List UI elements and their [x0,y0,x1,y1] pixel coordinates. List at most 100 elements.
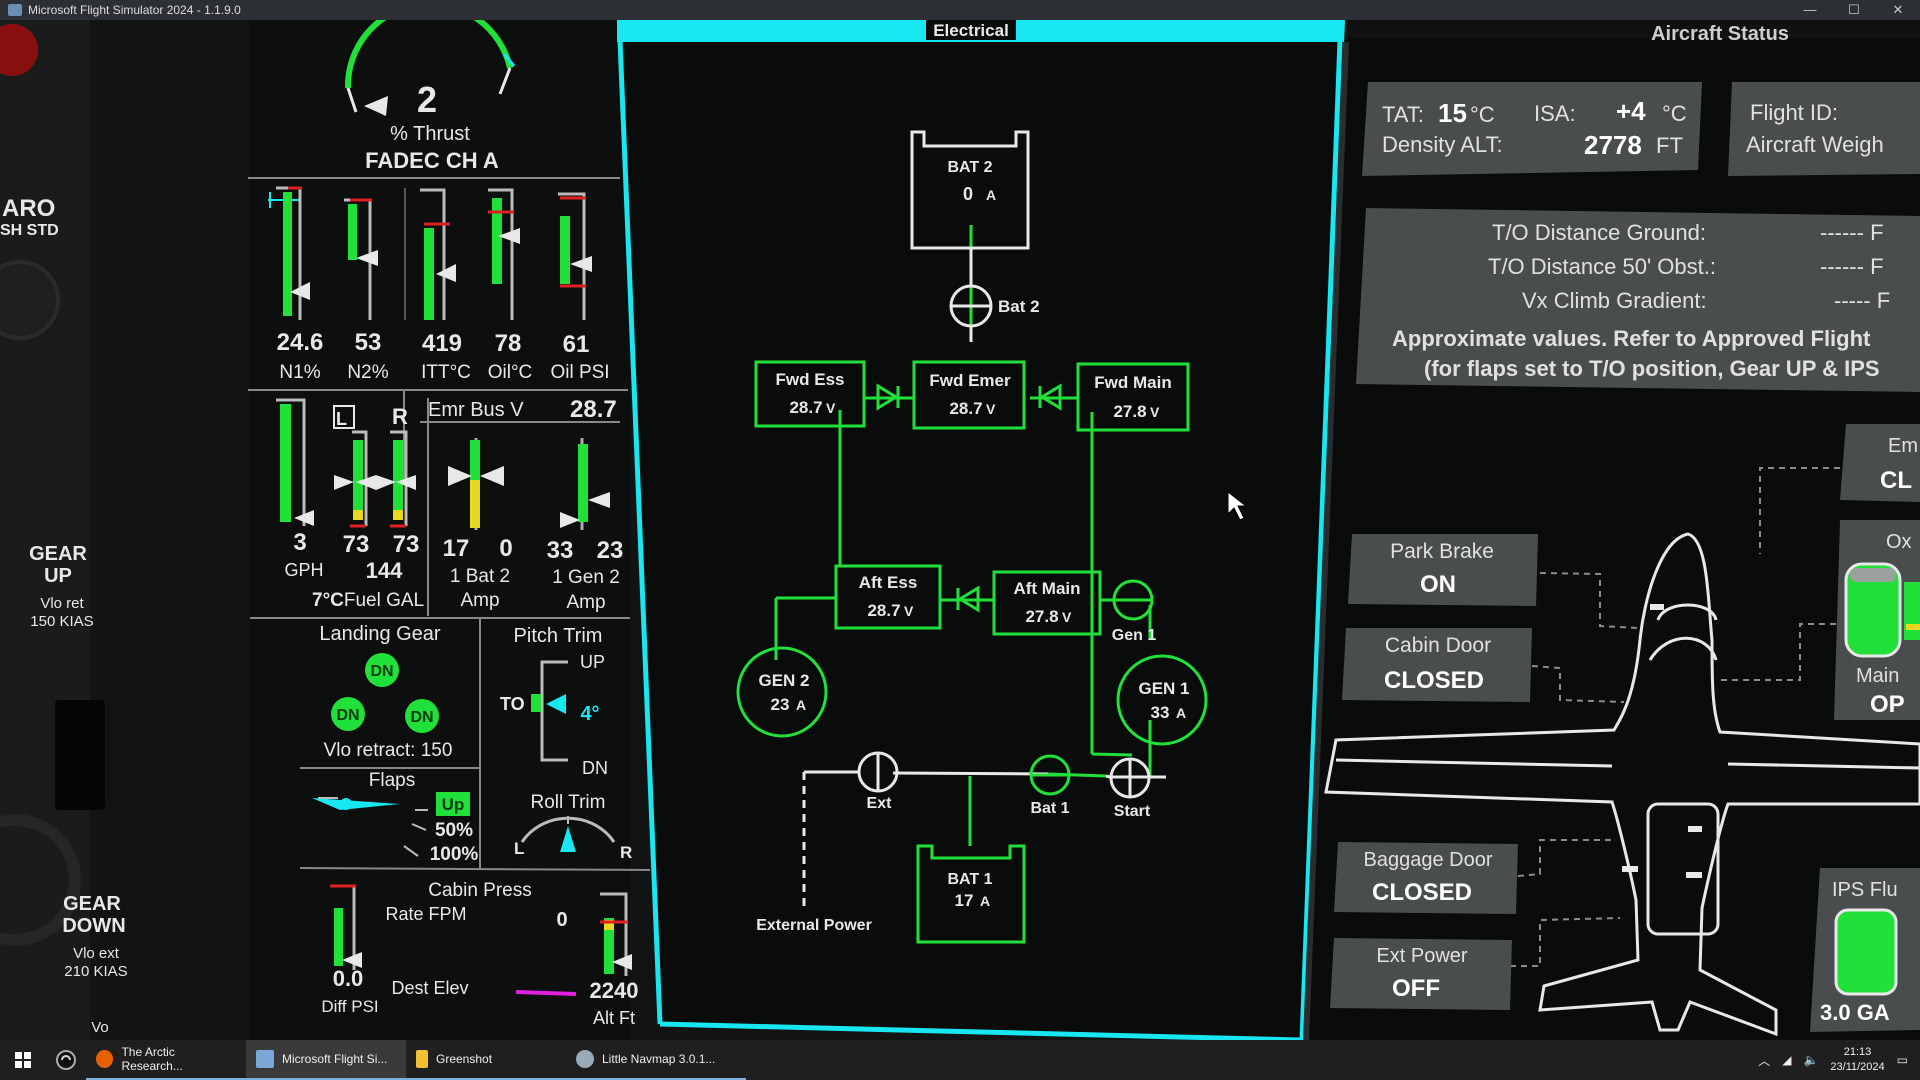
gen1-label: GEN 1 [1138,679,1189,698]
alt-ft-label: Alt Ft [593,1008,635,1028]
volume-icon[interactable]: 🔈 [1803,1053,1818,1067]
air-data-box [1362,82,1702,176]
rate-fpm-value: 0 [556,909,567,931]
taskbar-item-firefox[interactable]: The Arctic Research... [86,1040,246,1080]
system-tray: ︿ ◢ 🔈 21:13 23/11/2024 ▭ [1758,1040,1920,1080]
window-titlebar: Microsoft Flight Simulator 2024 - 1.1.9.… [0,0,1920,20]
taskbar-item-flight-simulator[interactable]: Microsoft Flight Si... [246,1040,406,1080]
diff-psi-label: Diff PSI [321,997,378,1016]
approx-note-2: (for flaps set to T/O position, Gear UP … [1424,356,1880,381]
bat2-label: BAT 2 [947,159,992,176]
gen2-label: GEN 2 [758,671,809,690]
aft-main-voltage: 27.8 [1025,607,1058,626]
network-icon[interactable]: ◢ [1782,1053,1791,1067]
fuel-left-bar [353,440,363,518]
bat1-label: BAT 1 [947,871,992,888]
oil-temp-value: 78 [495,330,522,357]
tat-label: TAT: [1382,102,1424,127]
fwd-emer-voltage: 28.7 [949,399,982,418]
fwd-ess-unit: V [826,400,836,416]
alt-ft-value: 2240 [590,978,639,1003]
baggage-door-value: CLOSED [1372,879,1472,906]
to-ground-value: ------ F [1820,220,1884,245]
taskbar-item-little-navmap[interactable]: Little Navmap 3.0.1... [566,1040,746,1080]
search-icon[interactable] [46,1040,86,1080]
fuel-left-value: 73 [343,531,370,558]
taskbar-item-label: Little Navmap 3.0.1... [602,1052,716,1066]
taskbar-item-greenshot[interactable]: Greenshot [406,1040,566,1080]
gen2-amp-unit: A [796,697,806,713]
em-value: CL [1880,467,1912,494]
windows-icon [15,1052,31,1068]
nose-gear-dn: DN [370,663,393,680]
n2-value: 53 [355,329,382,356]
fwd-main-label: Fwd Main [1094,373,1171,392]
fwd-emer-unit: V [986,401,996,417]
aft-main-unit: V [1062,609,1072,625]
roll-r-label: R [620,843,632,862]
itt-bar [424,228,434,320]
taskbar-item-label: Microsoft Flight Si... [282,1052,388,1066]
gear-down-label-2: DOWN [62,915,125,937]
bat2-switch-label: Bat 2 [998,297,1040,316]
itt-label: ITT°C [421,362,471,383]
gear-lever-slot[interactable] [55,700,105,810]
aft-ess-unit: V [904,603,914,619]
fuel-right-bar [393,440,403,518]
close-button[interactable]: ✕ [1876,0,1920,20]
gen-amp-bar [578,444,588,522]
maximize-button[interactable]: ☐ [1832,0,1876,20]
fwd-main-unit: V [1150,404,1160,420]
ext-power-label: Ext Power [1376,945,1467,967]
gen1-amp-value: 33 [1151,703,1170,722]
n1-label: N1% [279,362,320,383]
ext-switch-label: Ext [867,795,893,812]
baggage-door-label: Baggage Door [1364,849,1493,871]
bat1-amp-unit: A [980,893,990,909]
emr-bus-label: Emr Bus V [428,399,524,421]
fuel-flow-value: 3 [293,529,306,556]
left-gear-dn: DN [336,707,359,724]
fuel-right-value: 73 [393,531,420,558]
engine-screen: 2 % Thrust FADEC CH A 24.6 N1% 53 N2% 41… [248,20,651,1040]
chevron-up-icon[interactable]: ︿ [1758,1052,1770,1069]
park-brake-value: ON [1420,571,1456,598]
aircraft-status-title: Aircraft Status [1651,23,1789,45]
clock-date: 23/11/2024 [1830,1061,1885,1073]
bat1-amp-value: 17 [443,535,470,562]
rate-fpm-label: Rate FPM [385,904,466,924]
taskbar: The Arctic Research... Microsoft Flight … [0,1040,1920,1080]
little-navmap-icon [576,1050,594,1068]
clock-time: 21:13 [1843,1046,1872,1058]
gen-amp-unit: Amp [566,592,605,613]
fuel-flow-bar [280,404,291,522]
baro-label: ARO [2,195,55,222]
pitch-trim-label: Pitch Trim [514,625,603,647]
fadec-label: FADEC CH A [365,148,499,173]
oat-value: 7°C [312,590,344,611]
fuel-total-value: 144 [366,558,403,583]
minimize-button[interactable]: — [1788,0,1832,20]
diff-psi-bar [334,908,343,966]
approx-note-1: Approximate values. Refer to Approved Fl… [1392,326,1871,351]
bat2-amp-value: 0 [499,535,512,562]
start-button[interactable] [0,1040,46,1080]
density-alt-value: 2778 [1584,130,1642,160]
notification-icon[interactable]: ▭ [1897,1053,1908,1067]
flaps-50-label: 50% [435,820,473,841]
fwd-ess-voltage: 28.7 [789,398,822,417]
oil-temp-label: Oil°C [488,362,533,383]
oxygen-main-value: OP [1870,691,1905,718]
aft-main-label: Aft Main [1013,579,1080,598]
baro-knob[interactable] [0,260,60,340]
cabin-door-value: CLOSED [1384,667,1484,694]
fuel-gal-label: Fuel GAL [344,590,424,611]
pitch-to-label: TO [500,694,525,714]
clock[interactable]: 21:13 23/11/2024 [1830,1045,1884,1075]
to-ground-label: T/O Distance Ground: [1492,220,1706,245]
external-power-label: External Power [756,917,872,934]
fwd-emer-label: Fwd Emer [929,371,1011,390]
vx-label: Vx Climb Gradient: [1522,288,1707,313]
isa-unit: °C [1662,101,1687,126]
flaps-100-label: 100% [430,844,479,865]
